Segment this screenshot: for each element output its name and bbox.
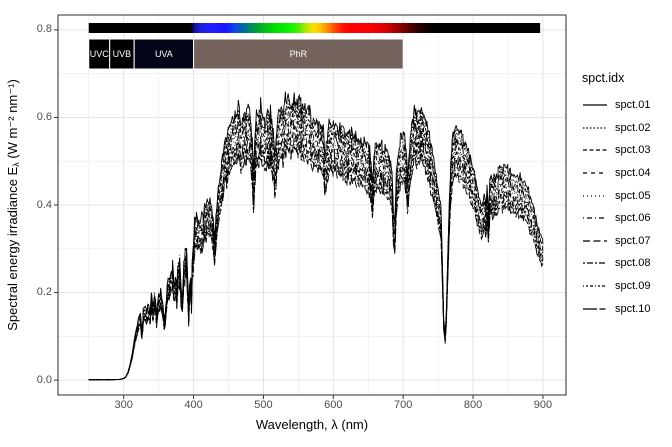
legend-label: spct.10 <box>615 303 650 315</box>
legend-key-line <box>582 143 608 157</box>
x-tick-label: 800 <box>453 399 493 412</box>
y-tick-label: 0.4 <box>16 199 52 212</box>
waveband-label-uva: UVA <box>155 49 173 59</box>
legend-key-line <box>582 189 608 203</box>
legend-entry-spct.08: spct.08 <box>582 252 672 275</box>
legend-key-line <box>582 166 608 180</box>
legend-label: spct.07 <box>615 235 650 247</box>
legend-label: spct.09 <box>615 280 650 292</box>
legend-title: spct.idx <box>582 70 672 86</box>
legend-key-line <box>582 302 608 316</box>
x-tick-label: 500 <box>243 399 283 412</box>
legend-entry-spct.02: spct.02 <box>582 117 672 140</box>
legend-key-line <box>582 211 608 225</box>
y-axis-title-text: Spectral energy irradiance E <box>5 167 20 331</box>
y-tick-label: 0.2 <box>16 286 52 299</box>
figure: UVCUVB UVA PhR Spectral energy irradiance … <box>0 0 672 447</box>
legend-entry-spct.01: spct.01 <box>582 94 672 117</box>
waveband-label-phr: PhR <box>290 49 308 59</box>
legend-label: spct.06 <box>615 212 650 224</box>
legend: spct.idx spct.01spct.02spct.03spct.04spc… <box>582 70 672 320</box>
waveband-label-uvc: UVC <box>90 49 110 59</box>
x-tick-label: 700 <box>383 399 423 412</box>
legend-key-line <box>582 256 608 270</box>
y-tick-label: 0.0 <box>16 374 52 387</box>
waveband-label-uvb: UVB <box>113 49 132 59</box>
spectrum-color-bar <box>89 23 540 33</box>
plot-svg: UVCUVB UVA PhR <box>0 0 672 447</box>
legend-key-line <box>582 98 608 112</box>
x-tick-label: 600 <box>313 399 353 412</box>
x-tick-label: 300 <box>104 399 144 412</box>
legend-key-line <box>582 279 608 293</box>
legend-label: spct.01 <box>615 99 650 111</box>
legend-entry-spct.05: spct.05 <box>582 184 672 207</box>
legend-entries: spct.01 spct.02 spct.03 spct.04 spct.05 spct.… <box>582 94 672 320</box>
legend-key-line <box>582 121 608 135</box>
legend-entry-spct.04: spct.04 <box>582 162 672 185</box>
legend-label: spct.03 <box>615 144 650 156</box>
x-axis-title: Wavelength, λ (nm) <box>162 417 462 432</box>
waveband-guide: UVCUVB UVA PhR <box>89 39 403 69</box>
legend-label: spct.02 <box>615 122 650 134</box>
legend-entry-spct.07: spct.07 <box>582 230 672 253</box>
legend-entry-spct.10: spct.10 <box>582 297 672 320</box>
legend-key-line <box>582 234 608 248</box>
legend-entry-spct.06: spct.06 <box>582 207 672 230</box>
legend-entry-spct.09: spct.09 <box>582 275 672 298</box>
x-tick-label: 900 <box>523 399 563 412</box>
legend-entry-spct.03: spct.03 <box>582 139 672 162</box>
legend-label: spct.04 <box>615 167 650 179</box>
y-tick-label: 0.8 <box>16 23 52 36</box>
legend-label: spct.05 <box>615 190 650 202</box>
legend-label: spct.08 <box>615 257 650 269</box>
x-tick-label: 400 <box>174 399 214 412</box>
y-axis-title-subscript: λ <box>11 162 21 167</box>
y-tick-label: 0.6 <box>16 111 52 124</box>
